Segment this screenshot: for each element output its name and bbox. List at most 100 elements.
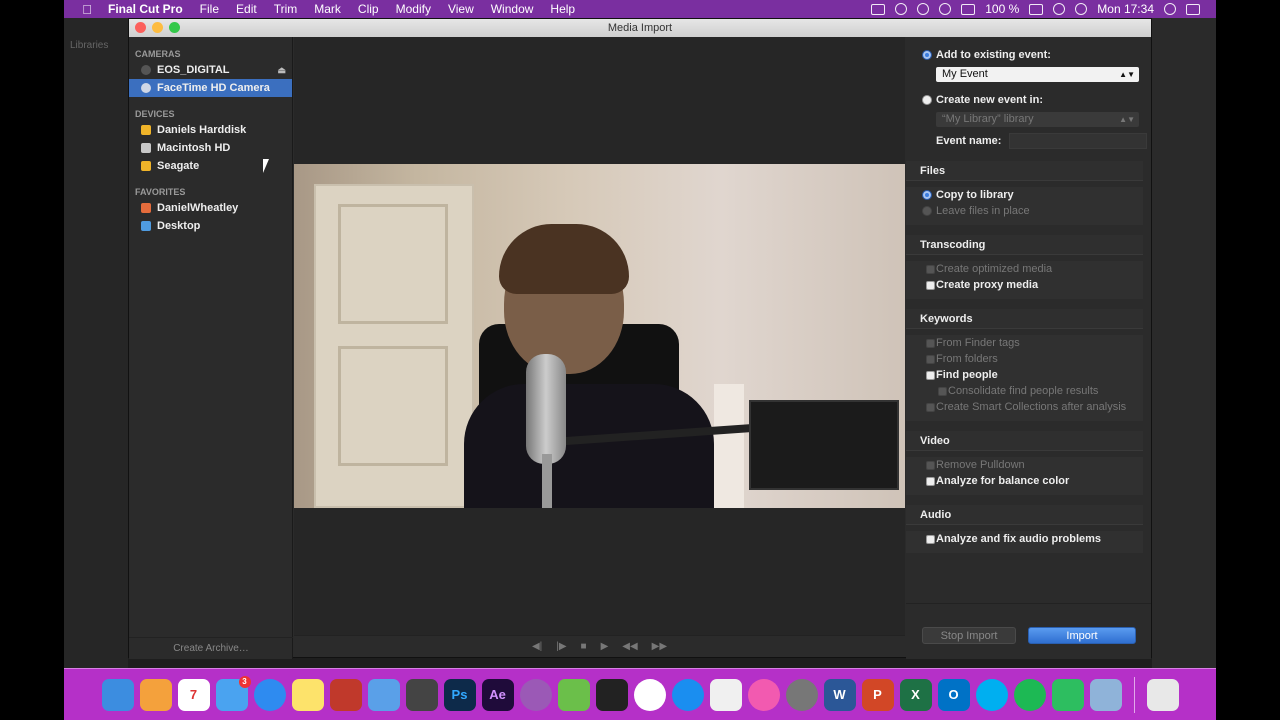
menu-modify[interactable]: Modify [396, 2, 431, 16]
consolidate-checkbox[interactable]: Consolidate find people results [906, 383, 1143, 399]
messages-icon[interactable]: 3 [215, 675, 251, 711]
checkbox-disabled[interactable] [926, 265, 935, 274]
sync-icon[interactable] [917, 3, 930, 15]
menu-clip[interactable]: Clip [358, 2, 379, 16]
checkbox[interactable] [926, 281, 935, 290]
word-icon[interactable]: W [823, 678, 856, 711]
menu-mark[interactable]: Mark [314, 2, 341, 16]
image-capture-icon[interactable] [557, 678, 590, 711]
image-folder-icon[interactable] [1089, 678, 1122, 711]
xcode-icon[interactable] [367, 678, 400, 711]
notes-icon[interactable] [291, 678, 324, 711]
menu-edit[interactable]: Edit [236, 2, 257, 16]
safari-icon[interactable] [253, 678, 286, 711]
stop-import-button[interactable]: Stop Import [922, 627, 1016, 644]
spotify-icon[interactable] [1013, 678, 1046, 711]
skype-icon[interactable] [975, 678, 1008, 711]
source-facetime-camera[interactable]: FaceTime HD Camera [129, 79, 292, 97]
menu-file[interactable]: File [200, 2, 219, 16]
menu-final-cut-pro[interactable]: Final Cut Pro [108, 2, 183, 16]
fast-forward-icon[interactable]: ▶▶ [652, 641, 667, 652]
system-preferences-icon[interactable] [785, 678, 818, 711]
bluetooth-icon[interactable] [1053, 3, 1066, 15]
previous-frame-icon[interactable]: ◀| [532, 641, 542, 652]
stop-icon[interactable]: ■ [581, 641, 587, 652]
rewind-icon[interactable]: ◀◀ [622, 641, 637, 652]
checkbox[interactable] [926, 477, 935, 486]
existing-event-select[interactable]: My Event ▲▼ [936, 67, 1139, 82]
checkbox-disabled[interactable] [938, 387, 947, 396]
remove-pulldown-checkbox[interactable]: Remove Pulldown [906, 457, 1143, 473]
checkbox-disabled[interactable] [926, 339, 935, 348]
app-store-icon[interactable] [671, 678, 704, 711]
outlook-icon[interactable]: O [937, 678, 970, 711]
checkbox-disabled[interactable] [926, 355, 935, 364]
time-machine-icon[interactable] [939, 3, 952, 15]
pages-icon[interactable] [139, 678, 172, 711]
itunes-icon[interactable] [747, 678, 780, 711]
from-finder-tags-checkbox[interactable]: From Finder tags [906, 335, 1143, 351]
smart-collections-checkbox[interactable]: Create Smart Collections after analysis [906, 399, 1143, 415]
menu-clock[interactable]: Mon 17:34 [1097, 2, 1154, 16]
wifi-icon[interactable] [1075, 3, 1088, 15]
photo-booth-icon[interactable] [329, 678, 362, 711]
create-archive-button[interactable]: Create Archive… [129, 637, 293, 659]
menu-view[interactable]: View [448, 2, 474, 16]
radio-selected[interactable] [922, 190, 932, 200]
preview-icon[interactable] [709, 678, 742, 711]
checkbox[interactable] [926, 535, 935, 544]
checkbox-disabled[interactable] [926, 461, 935, 470]
calendar-icon[interactable]: 7 [177, 678, 210, 711]
favorite-home[interactable]: DanielWheatley [129, 199, 292, 217]
screen-icon[interactable] [871, 3, 886, 15]
play-icon[interactable]: ▶ [601, 641, 609, 652]
after-effects-icon[interactable]: Ae [481, 678, 514, 711]
device-daniels-harddisk[interactable]: Daniels Harddisk [129, 121, 292, 139]
eject-icon[interactable]: ⏏ [277, 61, 286, 79]
create-new-event-radio[interactable]: Create new event in: [906, 92, 1151, 108]
next-frame-icon[interactable]: |▶ [556, 641, 566, 652]
event-name-field[interactable] [1009, 133, 1148, 149]
menu-trim[interactable]: Trim [274, 2, 298, 16]
menu-help[interactable]: Help [550, 2, 575, 16]
copy-to-library-radio[interactable]: Copy to library [906, 187, 1143, 203]
device-macintosh-hd[interactable]: Macintosh HD [129, 139, 292, 157]
new-event-library-select[interactable]: “My Library” library ▲▼ [936, 112, 1139, 127]
radio-selected[interactable] [922, 50, 932, 60]
trash-icon[interactable] [1146, 678, 1179, 711]
source-eos-digital[interactable]: EOS_DIGITAL ⏏ [129, 61, 292, 79]
volume-icon[interactable] [961, 3, 976, 15]
evernote-icon[interactable] [1051, 678, 1084, 711]
add-existing-event-radio[interactable]: Add to existing event: [906, 47, 1151, 63]
find-people-checkbox[interactable]: Find people [906, 367, 1143, 383]
checkbox[interactable] [926, 371, 935, 380]
leave-in-place-radio[interactable]: Leave files in place [906, 203, 1143, 219]
spotlight-search-icon[interactable] [1164, 3, 1176, 15]
excel-icon[interactable]: X [899, 678, 932, 711]
powerpoint-icon[interactable]: P [861, 678, 894, 711]
photos-icon[interactable] [633, 678, 666, 711]
apple-menu-icon[interactable]:  [80, 2, 94, 17]
analyze-color-checkbox[interactable]: Analyze for balance color [906, 473, 1143, 489]
from-folders-checkbox[interactable]: From folders [906, 351, 1143, 367]
create-optimized-checkbox[interactable]: Create optimized media [906, 261, 1143, 277]
radio-disabled[interactable] [922, 206, 932, 216]
minimize-window-button[interactable] [152, 22, 163, 33]
checkbox-disabled[interactable] [926, 403, 935, 412]
radio-unselected[interactable] [922, 95, 932, 105]
battery-icon[interactable] [1029, 3, 1044, 15]
close-window-button[interactable] [135, 22, 146, 33]
battery-percent[interactable]: 100 % [985, 2, 1019, 16]
create-proxy-checkbox[interactable]: Create proxy media [906, 277, 1143, 293]
analyze-audio-checkbox[interactable]: Analyze and fix audio problems [906, 531, 1143, 547]
alien-app-icon[interactable] [405, 678, 438, 711]
zoom-window-button[interactable] [169, 22, 180, 33]
finder-icon[interactable] [101, 678, 134, 711]
menu-window[interactable]: Window [491, 2, 534, 16]
favorite-desktop[interactable]: Desktop [129, 217, 292, 235]
import-button[interactable]: Import [1028, 627, 1136, 644]
itunes-alt-icon[interactable] [519, 678, 552, 711]
final-cut-pro-icon[interactable] [595, 678, 628, 711]
photoshop-icon[interactable]: Ps [443, 678, 476, 711]
notification-center-icon[interactable] [1186, 3, 1200, 15]
